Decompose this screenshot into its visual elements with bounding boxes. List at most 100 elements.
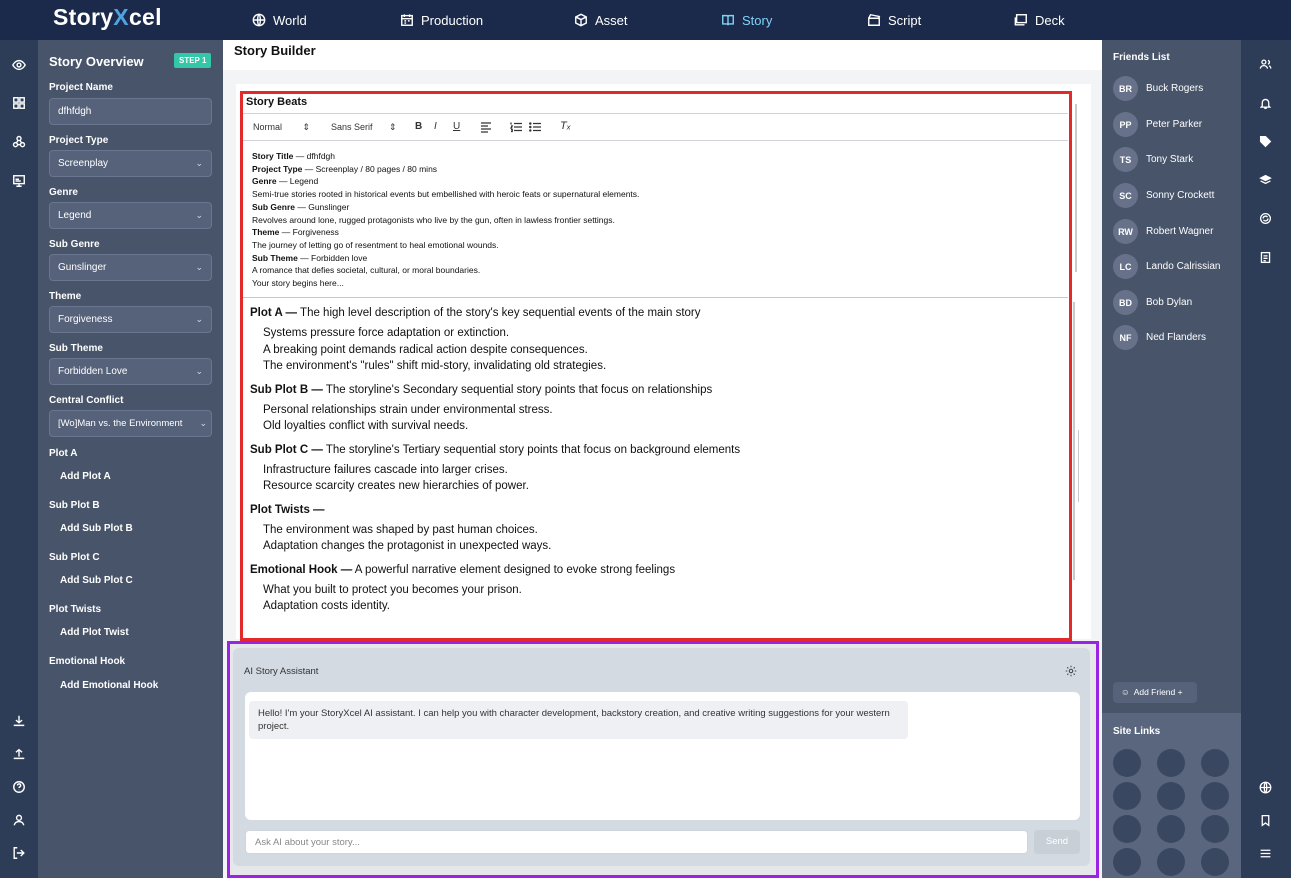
presentation-icon <box>1014 14 1027 26</box>
site-link[interactable] <box>1157 815 1185 843</box>
friend-name[interactable]: Buck Rogers <box>1146 83 1203 94</box>
add-sub-plot-c-button[interactable]: Add Sub Plot C <box>60 575 133 586</box>
app-logo[interactable]: StoryXcel <box>53 4 162 31</box>
send-button[interactable]: Send <box>1034 830 1080 854</box>
friend-name[interactable]: Bob Dylan <box>1146 297 1192 308</box>
avatar[interactable]: TS <box>1113 147 1138 172</box>
preview-scrollbar[interactable] <box>1075 104 1077 272</box>
friend-name[interactable]: Robert Wagner <box>1146 226 1213 237</box>
book-icon <box>722 14 734 26</box>
gear-icon[interactable] <box>1065 665 1077 677</box>
list-item: Adaptation changes the protagonist in un… <box>263 540 552 552</box>
refresh-icon[interactable] <box>1256 209 1274 227</box>
top-bar: StoryXcel World Production Asset Story S… <box>0 0 1291 40</box>
upload-icon[interactable] <box>9 744 29 764</box>
genre-select[interactable]: Legend ⌄ <box>49 202 212 229</box>
avatar[interactable]: RW <box>1113 219 1138 244</box>
sub-genre-select[interactable]: Gunslinger ⌄ <box>49 254 212 281</box>
bold-button[interactable]: B <box>415 121 422 132</box>
site-link[interactable] <box>1113 749 1141 777</box>
avatar[interactable]: BD <box>1113 290 1138 315</box>
checklist-icon[interactable] <box>1256 248 1274 266</box>
site-link[interactable] <box>1201 749 1229 777</box>
nav-world[interactable]: World <box>252 0 307 40</box>
format-select[interactable]: Normal ⇕ <box>253 122 310 133</box>
friend-name[interactable]: Ned Flanders <box>1146 332 1206 343</box>
beats-scrollbar[interactable] <box>1073 302 1075 580</box>
avatar[interactable]: SC <box>1113 183 1138 208</box>
add-plot-a-button[interactable]: Add Plot A <box>60 471 111 482</box>
central-conflict-select[interactable]: [Wo]Man vs. the Environment ⌄ <box>49 410 212 437</box>
preview-line: Genre — Legend <box>252 176 319 187</box>
friend-name[interactable]: Sonny Crockett <box>1146 190 1214 201</box>
nav-production[interactable]: Production <box>400 0 483 40</box>
network-icon[interactable] <box>9 132 29 152</box>
step-badge: STEP 1 <box>174 53 212 68</box>
font-select[interactable]: Sans Serif ⇕ <box>331 122 397 133</box>
avatar[interactable]: NF <box>1113 325 1138 350</box>
list-item: The environment was shaped by past human… <box>263 524 538 536</box>
outer-scrollbar[interactable] <box>1078 430 1079 502</box>
help-icon[interactable] <box>9 777 29 797</box>
avatar[interactable]: BR <box>1113 76 1138 101</box>
user-icon[interactable] <box>9 810 29 830</box>
site-link[interactable] <box>1201 848 1229 876</box>
ordered-list-icon[interactable] <box>509 121 522 135</box>
list-item: What you built to protect you becomes yo… <box>263 584 522 596</box>
bullet-list-icon[interactable] <box>529 121 541 135</box>
story-preview-text[interactable]: Story Title — dfhfdgh Project Type — Scr… <box>252 150 1062 290</box>
site-link[interactable] <box>1157 749 1185 777</box>
site-link[interactable] <box>1157 848 1185 876</box>
avatar[interactable]: PP <box>1113 112 1138 137</box>
sub-plot-b-section: Sub Plot B — The storyline's Secondary s… <box>250 384 713 396</box>
tag-icon[interactable] <box>1256 132 1274 150</box>
theme-select[interactable]: Forgiveness ⌄ <box>49 306 212 333</box>
sub-theme-select[interactable]: Forbidden Love ⌄ <box>49 358 212 385</box>
site-link[interactable] <box>1113 782 1141 810</box>
add-plot-twist-button[interactable]: Add Plot Twist <box>60 627 129 638</box>
nav-asset[interactable]: Asset <box>574 0 628 40</box>
align-icon[interactable] <box>480 121 492 135</box>
friend-name[interactable]: Lando Calrissian <box>1146 261 1221 272</box>
logout-icon[interactable] <box>9 843 29 863</box>
site-link[interactable] <box>1201 782 1229 810</box>
ai-chat-input[interactable]: Ask AI about your story... <box>245 830 1028 854</box>
friend-name[interactable]: Tony Stark <box>1146 154 1193 165</box>
nav-story[interactable]: Story <box>721 0 772 40</box>
site-link[interactable] <box>1113 815 1141 843</box>
site-link[interactable] <box>1113 848 1141 876</box>
globe-icon[interactable] <box>1256 778 1274 796</box>
clapperboard-icon <box>868 13 881 26</box>
layers-icon[interactable] <box>1256 171 1274 189</box>
eye-icon[interactable] <box>9 55 29 75</box>
users-icon[interactable] <box>1256 55 1274 73</box>
friend-name[interactable]: Peter Parker <box>1146 119 1202 130</box>
clear-format-button[interactable]: Tₓ <box>560 120 571 132</box>
nav-deck[interactable]: Deck <box>1014 0 1065 40</box>
list-item: A breaking point demands radical action … <box>263 344 588 356</box>
add-friend-button[interactable]: ☺ Add Friend + <box>1113 682 1197 703</box>
nav-script[interactable]: Script <box>867 0 921 40</box>
project-name-input[interactable]: dfhfdgh <box>49 98 212 125</box>
project-type-select[interactable]: Screenplay ⌄ <box>49 150 212 177</box>
download-icon[interactable] <box>9 711 29 731</box>
updown-icon: ⇕ <box>302 122 311 132</box>
friends-list-title: Friends List <box>1113 52 1170 63</box>
add-emotional-hook-button[interactable]: Add Emotional Hook <box>60 680 158 691</box>
menu-icon[interactable] <box>1256 844 1274 862</box>
avatar[interactable]: LC <box>1113 254 1138 279</box>
preview-line: Sub Theme — Forbidden love <box>252 252 368 263</box>
add-sub-plot-b-button[interactable]: Add Sub Plot B <box>60 523 133 534</box>
underline-button[interactable]: U <box>453 121 460 132</box>
dashboard-icon[interactable] <box>9 93 29 113</box>
site-link[interactable] <box>1201 815 1229 843</box>
bell-icon[interactable] <box>1256 94 1274 112</box>
bookmark-icon[interactable] <box>1256 811 1274 829</box>
monitor-icon[interactable] <box>9 171 29 191</box>
emotional-hook-section: Emotional Hook — A powerful narrative el… <box>250 564 676 576</box>
plot-a-label: Plot A <box>49 448 78 459</box>
site-link[interactable] <box>1157 782 1185 810</box>
updown-icon: ⇕ <box>389 122 397 132</box>
italic-button[interactable]: I <box>434 121 437 132</box>
plot-a-section: Plot A — The high level description of t… <box>250 307 701 319</box>
